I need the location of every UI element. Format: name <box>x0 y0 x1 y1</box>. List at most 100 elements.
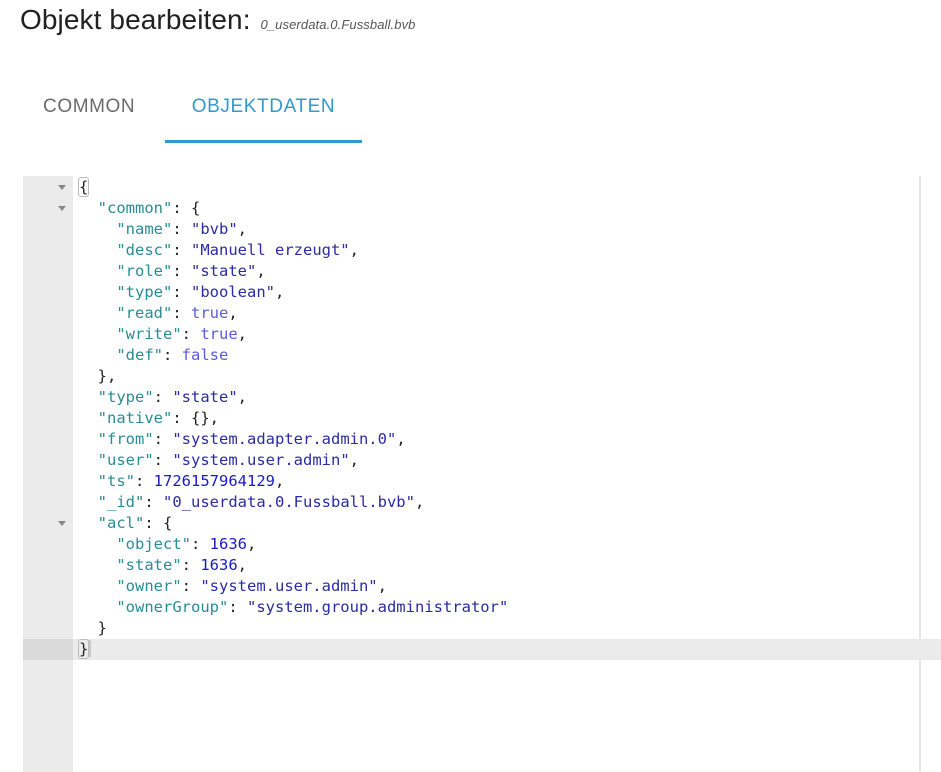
fold-arrow-icon[interactable] <box>58 206 66 211</box>
json-string: "state" <box>191 262 257 280</box>
tab-bar: COMMON OBJEKTDATEN <box>20 80 362 143</box>
json-punctuation: : <box>153 451 173 469</box>
code-line[interactable]: "_id": "0_userdata.0.Fussball.bvb", <box>23 492 941 513</box>
tab-objektdaten[interactable]: OBJEKTDATEN <box>165 80 362 143</box>
code-line[interactable]: "type": "boolean", <box>23 282 941 303</box>
code-text: "write": true, <box>79 324 247 345</box>
json-punctuation: , <box>246 535 257 553</box>
gutter-cell <box>23 219 73 240</box>
code-text: { <box>77 177 90 198</box>
gutter-cell <box>23 303 73 324</box>
code-text: } <box>77 639 92 660</box>
json-punctuation: : <box>172 262 191 280</box>
gutter-cell <box>23 555 73 576</box>
gutter-cell <box>23 366 73 387</box>
code-line[interactable]: "write": true, <box>23 324 941 345</box>
code-line[interactable]: "type": "state", <box>23 387 941 408</box>
code-text: "role": "state", <box>79 261 266 282</box>
json-string: "boolean" <box>191 283 275 301</box>
gutter-cell <box>23 429 73 450</box>
code-line[interactable]: "user": "system.user.admin", <box>23 450 941 471</box>
code-text: "acl": { <box>79 513 173 534</box>
code-text: "name": "bvb", <box>79 219 247 240</box>
code-line[interactable]: "def": false <box>23 345 941 366</box>
json-punctuation: }, <box>97 367 117 385</box>
code-line[interactable]: { <box>23 177 941 198</box>
json-punctuation: , <box>237 325 247 343</box>
code-text: } <box>79 618 107 639</box>
code-line[interactable]: "ts": 1726157964129, <box>23 471 941 492</box>
code-line[interactable]: "ownerGroup": "system.group.administrato… <box>23 597 941 618</box>
gutter-cell <box>23 513 73 534</box>
gutter-cell <box>23 639 73 660</box>
json-key: "read" <box>116 304 173 322</box>
code-line[interactable]: } <box>23 639 941 660</box>
json-string: "state" <box>172 388 238 406</box>
gutter-cell <box>23 534 73 555</box>
code-line[interactable]: "common": { <box>23 198 941 219</box>
json-key: "write" <box>116 325 182 343</box>
code-lines[interactable]: { "common": { "name": "bvb", "desc": "Ma… <box>23 177 941 660</box>
code-text: "type": "state", <box>79 387 247 408</box>
json-key: "ts" <box>97 472 135 490</box>
code-text: "object": 1636, <box>79 534 256 555</box>
json-key: "type" <box>116 283 173 301</box>
json-key: "desc" <box>116 241 173 259</box>
json-punctuation: , <box>349 451 359 469</box>
gutter-cell <box>23 471 73 492</box>
code-line[interactable]: } <box>23 618 941 639</box>
code-text: "common": { <box>79 198 201 219</box>
gutter-cell <box>23 198 73 219</box>
code-line[interactable]: "acl": { <box>23 513 941 534</box>
code-line[interactable]: "name": "bvb", <box>23 219 941 240</box>
json-punctuation: : <box>153 388 173 406</box>
json-punctuation: : <box>135 472 154 490</box>
code-line[interactable]: "role": "state", <box>23 261 941 282</box>
code-text: "ts": 1726157964129, <box>79 471 285 492</box>
json-punctuation: , <box>228 304 238 322</box>
code-line[interactable]: "from": "system.adapter.admin.0", <box>23 429 941 450</box>
json-boolean: true <box>200 325 238 343</box>
json-boolean: false <box>181 346 229 364</box>
json-number: 1726157964129 <box>153 472 275 490</box>
code-line[interactable]: "owner": "system.user.admin", <box>23 576 941 597</box>
json-key: "_id" <box>97 493 145 511</box>
fold-arrow-icon[interactable] <box>58 521 66 526</box>
json-boolean: true <box>191 304 229 322</box>
gutter-cell <box>23 345 73 366</box>
json-string: "bvb" <box>191 220 238 238</box>
json-punctuation: , <box>275 283 285 301</box>
gutter-cell <box>23 492 73 513</box>
code-line[interactable]: "native": {}, <box>23 408 941 429</box>
gutter-cell <box>23 324 73 345</box>
gutter-cell <box>23 261 73 282</box>
json-punctuation: { <box>77 177 90 197</box>
code-line[interactable]: "desc": "Manuell erzeugt", <box>23 240 941 261</box>
json-punctuation: : <box>172 241 191 259</box>
code-text: "user": "system.user.admin", <box>79 450 359 471</box>
code-line[interactable]: "state": 1636, <box>23 555 941 576</box>
code-text: }, <box>79 366 117 387</box>
json-punctuation: , <box>349 241 359 259</box>
object-id: 0_userdata.0.Fussball.bvb <box>260 17 416 32</box>
json-punctuation: : <box>181 577 201 595</box>
json-key: "object" <box>116 535 191 553</box>
fold-arrow-icon[interactable] <box>58 185 66 190</box>
tab-common[interactable]: COMMON <box>20 80 165 143</box>
json-key: "state" <box>116 556 182 574</box>
json-punctuation: , <box>256 262 266 280</box>
code-line[interactable]: }, <box>23 366 941 387</box>
code-text: "from": "system.adapter.admin.0", <box>79 429 406 450</box>
json-punctuation: , <box>414 493 425 511</box>
title-text: Objekt bearbeiten: <box>20 4 251 35</box>
json-punctuation: : <box>163 346 182 364</box>
json-punctuation: : <box>190 535 210 553</box>
code-text: "read": true, <box>79 303 238 324</box>
json-punctuation: , <box>396 430 406 448</box>
json-string: "0_userdata.0.Fussball.bvb" <box>163 493 415 511</box>
json-editor[interactable]: { "common": { "name": "bvb", "desc": "Ma… <box>23 176 941 772</box>
json-key: "type" <box>97 388 154 406</box>
code-line[interactable]: "object": 1636, <box>23 534 941 555</box>
code-line[interactable]: "read": true, <box>23 303 941 324</box>
gutter-cell <box>23 576 73 597</box>
